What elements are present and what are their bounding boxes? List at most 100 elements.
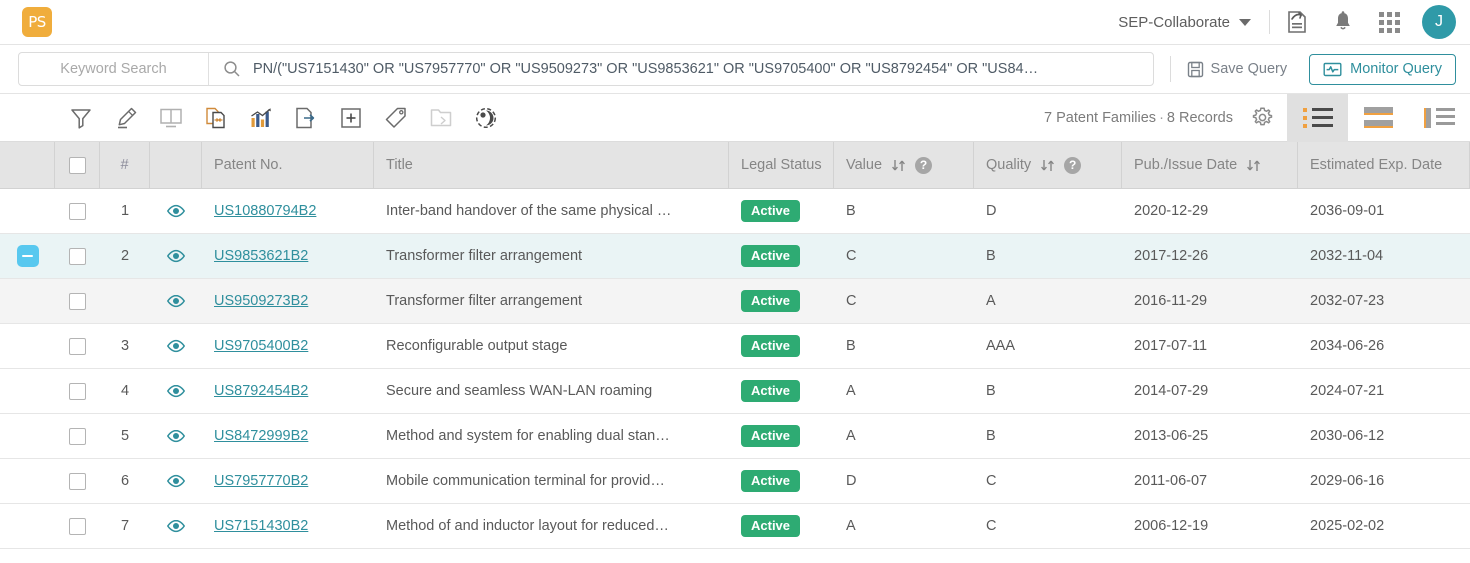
title-text: Method of and inductor layout for reduce… [386, 518, 669, 534]
card-view-button[interactable] [1348, 94, 1409, 142]
header-pub-date[interactable]: Pub./Issue Date [1122, 142, 1298, 188]
preview-eye-icon[interactable] [150, 414, 202, 458]
table-row[interactable]: 4 US8792454B2 Secure and seamless WAN-LAN … [0, 369, 1470, 414]
preview-eye-icon[interactable] [150, 234, 202, 278]
patent-no-link[interactable]: US7957770B2 [214, 473, 308, 489]
top-app-bar: PS SEP-Collaborate J [0, 0, 1470, 45]
monitor-query-button[interactable]: Monitor Query [1309, 53, 1456, 85]
highlighter-icon[interactable] [103, 94, 148, 142]
row-checkbox[interactable] [69, 427, 86, 445]
table-row[interactable]: 3 US9705400B2 Reconfigurable output stage A… [0, 324, 1470, 369]
patent-no-link[interactable]: US8792454B2 [214, 383, 308, 399]
sort-pub-date-icon[interactable] [1245, 157, 1262, 174]
header-exp-date[interactable]: Estimated Exp. Date [1298, 142, 1470, 188]
exp-date-cell: 2029-06-16 [1310, 473, 1385, 489]
sort-value-icon[interactable] [890, 157, 907, 174]
workspace-selector[interactable]: SEP-Collaborate [1118, 14, 1265, 31]
header-patent-no[interactable]: Patent No. [202, 142, 374, 188]
preview-eye-icon[interactable] [150, 504, 202, 548]
value-cell: A [846, 518, 856, 534]
value-cell: D [846, 473, 857, 489]
preview-eye-icon[interactable] [150, 369, 202, 413]
export-icon[interactable] [283, 94, 328, 142]
bell-icon[interactable] [1320, 0, 1366, 45]
row-expand-cell [0, 189, 55, 233]
tag-icon[interactable] [373, 94, 418, 142]
header-expand-cell [0, 142, 55, 188]
row-checkbox[interactable] [69, 247, 86, 265]
patent-no-link[interactable]: US7151430B2 [214, 518, 308, 534]
share-globe-icon[interactable] [463, 94, 508, 142]
title-cell: Reconfigurable output stage [374, 324, 729, 368]
query-input[interactable]: PN/("US7151430" OR "US7957770" OR "US950… [209, 53, 1153, 85]
row-checkbox[interactable] [69, 202, 86, 220]
analytics-chart-icon[interactable] [238, 94, 283, 142]
preview-eye-icon[interactable] [150, 324, 202, 368]
preview-eye-icon[interactable] [150, 459, 202, 503]
query-text: PN/("US7151430" OR "US7957770" OR "US950… [253, 61, 1039, 77]
table-row[interactable]: 7 US7151430B2 Method of and inductor layou… [0, 504, 1470, 549]
pub-date-cell: 2013-06-25 [1134, 428, 1209, 444]
row-checkbox[interactable] [69, 382, 86, 400]
legal-status-cell: Active [729, 414, 834, 458]
pub-date-cell: 2017-07-11 [1134, 338, 1208, 354]
split-view-icon[interactable] [148, 94, 193, 142]
quality-cell: B [986, 248, 996, 264]
filter-icon[interactable] [58, 94, 103, 142]
merge-documents-icon[interactable] [193, 94, 238, 142]
list-view-button[interactable] [1287, 93, 1348, 142]
pub-date-cell: 2014-07-29 [1134, 383, 1209, 399]
row-checkbox[interactable] [69, 337, 86, 355]
patent-no-cell: US9509273B2 [202, 279, 374, 323]
table-row[interactable]: 6 US7957770B2 Mobile communication termina… [0, 459, 1470, 504]
save-disk-icon [1187, 61, 1203, 77]
sort-quality-icon[interactable] [1039, 157, 1056, 174]
gear-icon[interactable] [1237, 94, 1287, 142]
patent-no-link[interactable]: US10880794B2 [214, 203, 316, 219]
row-number: 1 [120, 203, 130, 219]
patent-families-count: 7 Patent Families [1044, 109, 1157, 126]
patent-no-link[interactable]: US8472999B2 [214, 428, 308, 444]
status-badge: Active [741, 244, 801, 268]
help-quality-icon[interactable]: ? [1064, 156, 1082, 174]
patent-no-link[interactable]: US9509273B2 [214, 293, 308, 309]
table-row[interactable]: 2 US9853621B2 Transformer filter arrangeme… [0, 234, 1470, 279]
search-container: Keyword Search PN/("US7151430" OR "US795… [18, 52, 1154, 86]
patent-no-cell: US8792454B2 [202, 369, 374, 413]
help-value-icon[interactable]: ? [915, 156, 933, 174]
header-value[interactable]: Value ? [834, 142, 974, 188]
patent-no-cell: US8472999B2 [202, 414, 374, 458]
preview-eye-icon[interactable] [150, 189, 202, 233]
preview-eye-icon[interactable] [150, 279, 202, 323]
action-toolbar: 7 Patent Families · 8 Records [0, 93, 1470, 142]
title-cell: Transformer filter arrangement [374, 279, 729, 323]
table-row[interactable]: 1 US10880794B2 Inter-band handover of the … [0, 189, 1470, 234]
document-upload-icon[interactable] [1274, 0, 1320, 45]
header-quality[interactable]: Quality ? [974, 142, 1122, 188]
row-checkbox[interactable] [69, 517, 86, 535]
table-row[interactable]: US9509273B2 Transformer filter arrangemen… [0, 279, 1470, 324]
select-all-checkbox[interactable] [68, 156, 86, 174]
patent-no-link[interactable]: US9705400B2 [214, 338, 308, 354]
title-cell: Secure and seamless WAN-LAN roaming [374, 369, 729, 413]
keyword-search-input[interactable]: Keyword Search [19, 53, 209, 85]
row-checkbox[interactable] [69, 292, 86, 310]
exp-date-cell: 2025-02-02 [1310, 518, 1385, 534]
add-icon[interactable] [328, 94, 373, 142]
app-logo[interactable]: PS [22, 7, 52, 37]
patent-no-link[interactable]: US9853621B2 [214, 248, 308, 264]
header-title[interactable]: Title [374, 142, 729, 188]
table-row[interactable]: 5 US8472999B2 Method and system for enabli… [0, 414, 1470, 459]
header-legal-status[interactable]: Legal Status [729, 142, 834, 188]
legal-status-cell: Active [729, 279, 834, 323]
apps-grid-icon[interactable] [1366, 0, 1412, 45]
split-view-button[interactable] [1409, 94, 1470, 142]
collapse-family-button[interactable] [16, 245, 39, 267]
exp-date-cell: 2030-06-12 [1310, 428, 1385, 444]
avatar[interactable]: J [1422, 5, 1456, 39]
value-cell: B [846, 203, 856, 219]
save-query-button[interactable]: Save Query [1187, 61, 1287, 78]
title-text: Reconfigurable output stage [386, 338, 568, 354]
row-checkbox[interactable] [69, 472, 86, 490]
row-expand-cell[interactable] [0, 234, 55, 278]
